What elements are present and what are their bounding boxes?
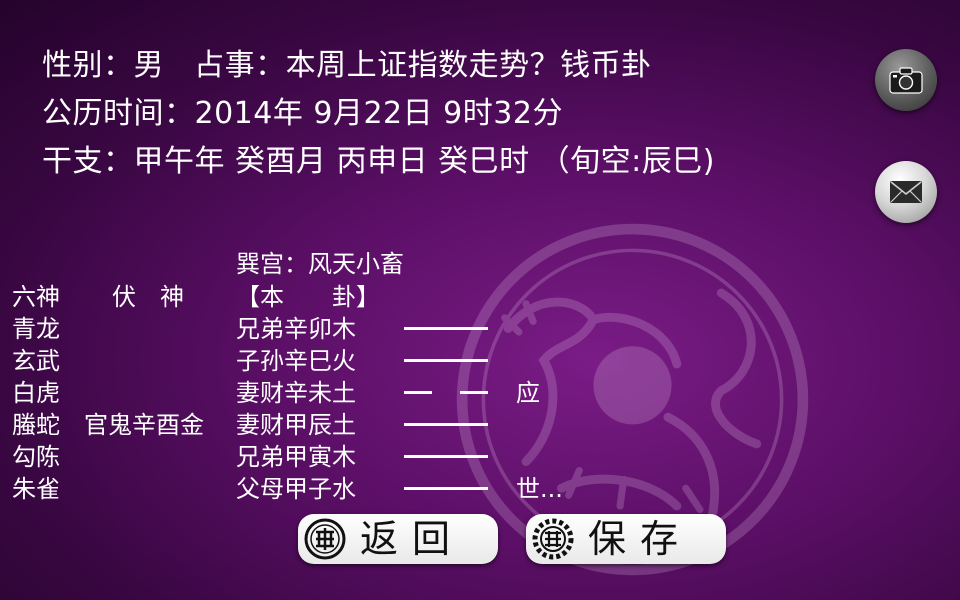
yang-line bbox=[404, 327, 488, 330]
yang-line bbox=[404, 423, 488, 426]
back-button[interactable]: 返回 bbox=[298, 514, 498, 564]
yao-cell: 妻财辛未土 bbox=[236, 379, 356, 407]
camera-button[interactable] bbox=[875, 49, 937, 111]
fushen-cell: 官鬼辛酉金 bbox=[84, 411, 204, 439]
yao-cell: 妻财甲辰土 bbox=[236, 411, 356, 439]
column-header-bengua: 【本 卦】 bbox=[236, 283, 380, 311]
liushen-cell: 白虎 bbox=[12, 379, 60, 407]
header-ganzhi: 干支：甲午年 癸酉月 丙申日 癸巳时 （旬空:辰巳) bbox=[42, 144, 715, 179]
liushen-cell: 勾陈 bbox=[12, 443, 60, 471]
back-label: 返回 bbox=[360, 517, 465, 561]
save-button[interactable]: 保存 bbox=[526, 514, 726, 564]
ying-mark: 应 bbox=[516, 379, 540, 407]
yin-line-right bbox=[460, 391, 488, 394]
palace-title: 巽宫：风天小畜 bbox=[236, 250, 404, 278]
yang-line bbox=[404, 455, 488, 458]
header-solar-date: 公历时间：2014年 9月22日 9时32分 bbox=[42, 96, 563, 131]
column-header-fushen: 伏 神 bbox=[112, 283, 184, 311]
yao-cell: 子孙辛巳火 bbox=[236, 347, 356, 375]
flower-emblem-icon bbox=[532, 518, 574, 560]
mail-icon bbox=[890, 181, 922, 203]
liushen-cell: 青龙 bbox=[12, 315, 60, 343]
liushen-cell: 螣蛇 bbox=[12, 411, 60, 439]
header-gender-matter: 性别：男 占事：本周上证指数走势？钱币卦 bbox=[42, 48, 652, 83]
shi-mark: 世... bbox=[516, 475, 563, 503]
camera-icon bbox=[889, 67, 923, 94]
mail-button[interactable] bbox=[875, 161, 937, 223]
yao-cell: 父母甲子水 bbox=[236, 475, 356, 503]
yin-line-left bbox=[404, 391, 432, 394]
shou-emblem-icon bbox=[304, 518, 346, 560]
yang-line bbox=[404, 359, 488, 362]
column-header-liushen: 六神 bbox=[12, 283, 60, 311]
yang-line bbox=[404, 487, 488, 490]
yao-cell: 兄弟辛卯木 bbox=[236, 315, 356, 343]
liushen-cell: 朱雀 bbox=[12, 475, 60, 503]
liushen-cell: 玄武 bbox=[12, 347, 60, 375]
save-label: 保存 bbox=[588, 517, 693, 561]
yao-cell: 兄弟甲寅木 bbox=[236, 443, 356, 471]
